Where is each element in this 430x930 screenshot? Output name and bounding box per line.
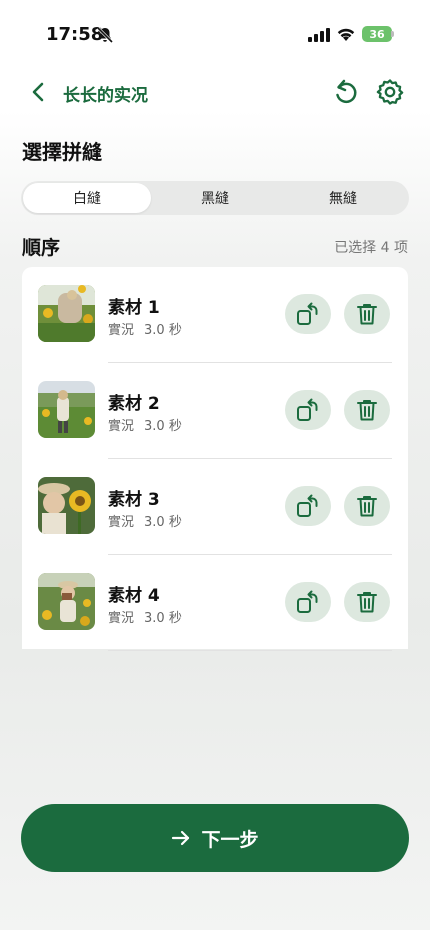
clip-duration: 3.0 秒 [144,611,182,626]
rotate-button[interactable] [285,486,331,526]
gear-icon [376,79,404,105]
trash-icon [357,496,377,517]
next-button[interactable]: 下一步 [21,804,409,872]
clip-thumbnail [38,285,95,342]
rotate-ccw-icon [336,79,357,104]
status-bar: 17:58 36 [0,0,430,62]
clip-type: 實況 [108,419,135,434]
clip-meta: 實況 3.0 秒 [108,319,182,338]
list-item[interactable]: 素材 1 實況 3.0 秒 [22,267,408,363]
clip-thumbnail [38,477,95,534]
reset-button[interactable] [331,78,359,106]
battery-level: 36 [369,27,385,41]
segment-no-seam[interactable]: 無縫 [279,183,407,213]
rotate-icon [297,302,318,325]
settings-button[interactable] [376,78,404,106]
battery-icon: 36 [362,26,392,42]
clip-list: 素材 1 實況 3.0 秒 素材 2 實況 3.0 秒 素材 3 實況 3.0 … [22,267,408,651]
next-button-label: 下一步 [201,828,259,851]
rotate-button[interactable] [285,390,331,430]
clip-duration: 3.0 秒 [144,515,182,530]
clip-type: 實況 [108,611,135,626]
clip-name: 素材 3 [108,490,160,510]
delete-button[interactable] [344,390,390,430]
clip-meta: 實況 3.0 秒 [108,511,182,530]
clip-name: 素材 2 [108,394,160,414]
clip-meta: 實況 3.0 秒 [108,415,182,434]
rotate-icon [297,494,318,517]
signal-icon [308,28,330,42]
clip-type: 實況 [108,323,135,338]
segment-white-seam[interactable]: 白縫 [23,183,151,213]
clip-duration: 3.0 秒 [144,419,182,434]
list-item[interactable]: 素材 2 實況 3.0 秒 [22,363,408,459]
chevron-left-icon [32,82,44,102]
delete-button[interactable] [344,294,390,334]
clip-name: 素材 1 [108,298,160,318]
clip-type: 實況 [108,515,135,530]
clip-name: 素材 4 [108,586,160,606]
rotate-button[interactable] [285,294,331,334]
battery-cap [391,31,394,37]
rotate-button[interactable] [285,582,331,622]
row-divider [108,650,392,651]
trash-icon [357,400,377,421]
order-section-title: 順序 [22,237,61,259]
stitch-section-title: 選擇拼縫 [22,140,102,164]
bell-slash-icon [96,26,114,44]
delete-button[interactable] [344,582,390,622]
clip-duration: 3.0 秒 [144,323,182,338]
page-title: 长长的实况 [63,86,148,106]
back-button[interactable] [24,78,52,106]
rotate-icon [297,398,318,421]
status-time: 17:58 [46,24,104,45]
stitch-segmented-control: 白縫 黑縫 無縫 [21,181,409,215]
segment-black-seam[interactable]: 黑縫 [151,183,279,213]
clip-meta: 實況 3.0 秒 [108,607,182,626]
arrow-right-icon [172,830,190,846]
selected-count: 已选择 4 项 [334,240,408,256]
list-item[interactable]: 素材 4 實況 3.0 秒 [22,555,408,651]
clip-thumbnail [38,573,95,630]
trash-icon [357,592,377,613]
trash-icon [357,304,377,325]
list-item[interactable]: 素材 3 實況 3.0 秒 [22,459,408,555]
delete-button[interactable] [344,486,390,526]
clip-thumbnail [38,381,95,438]
wifi-icon [337,28,355,41]
rotate-icon [297,590,318,613]
nav-bar: 长长的实况 [0,72,430,112]
